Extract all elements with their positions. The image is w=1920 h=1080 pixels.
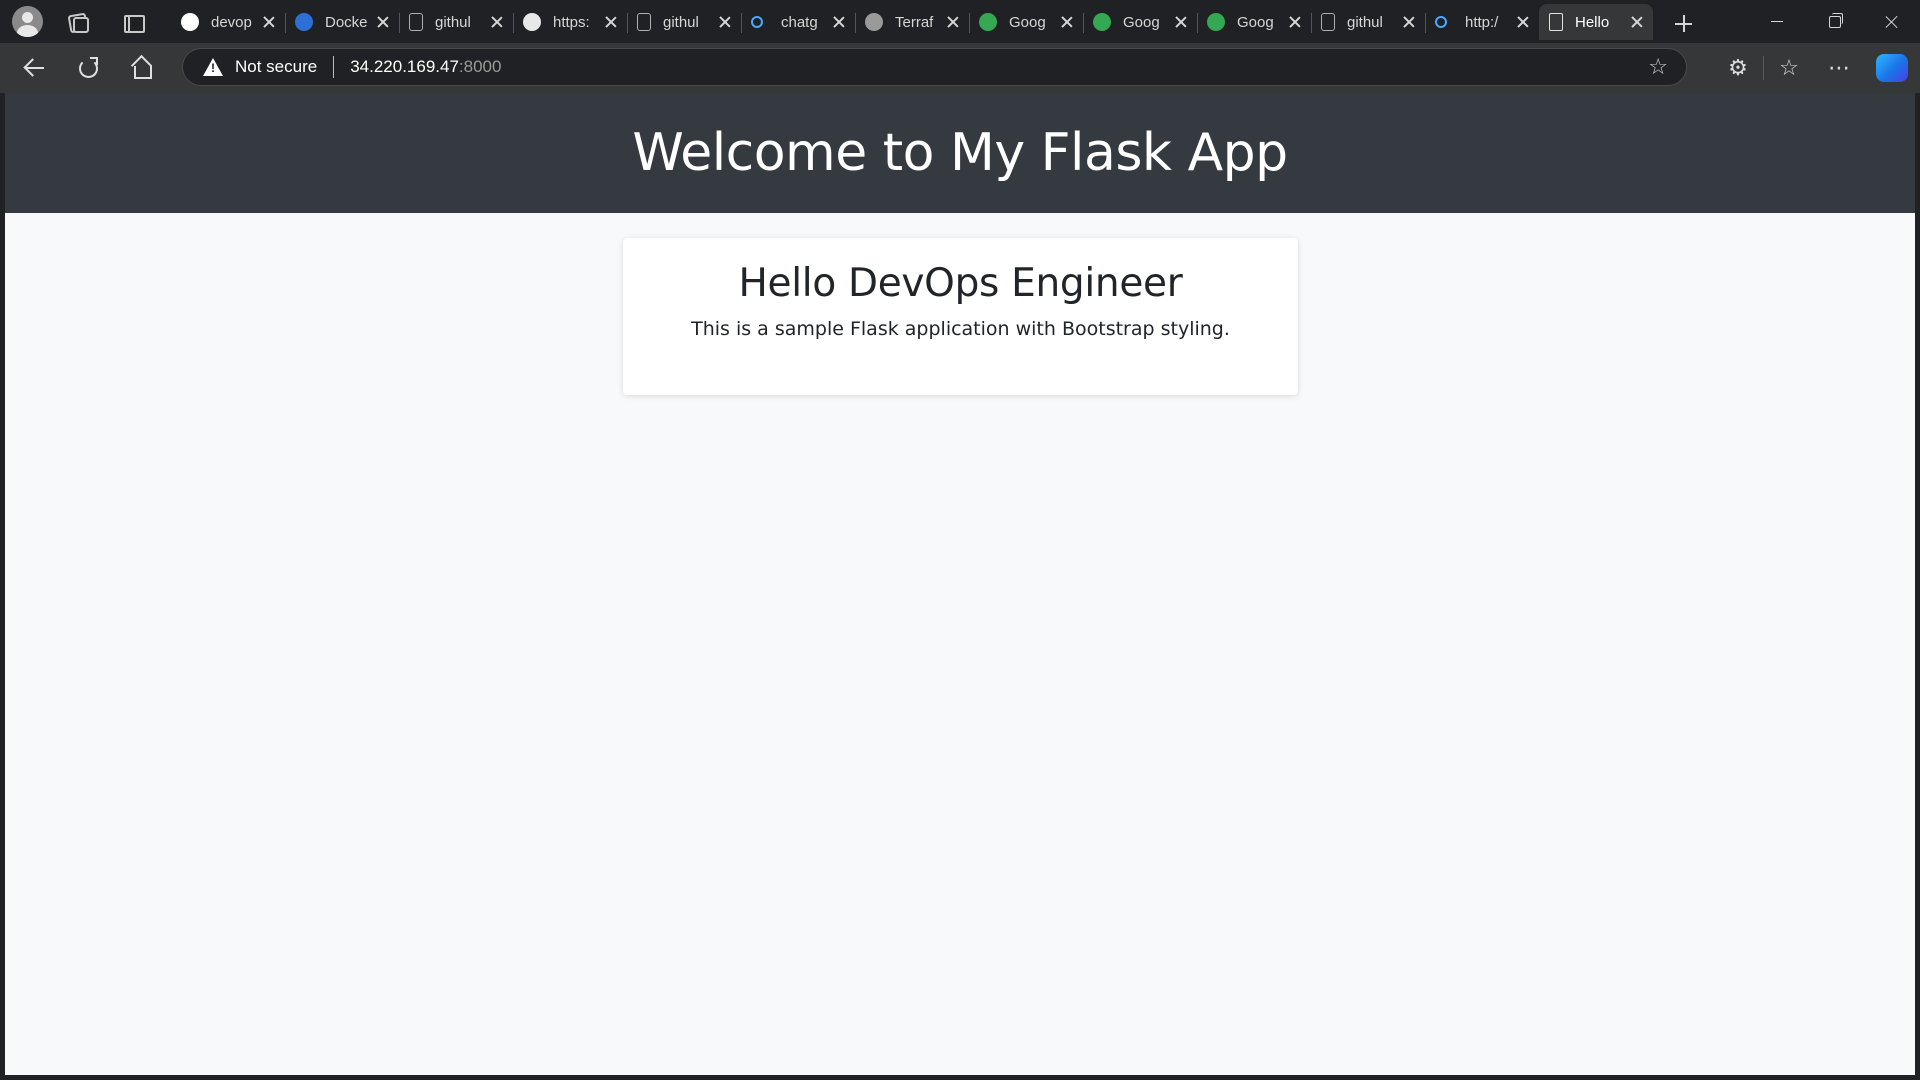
google-icon — [523, 13, 541, 31]
tab-close-icon[interactable] — [375, 14, 391, 30]
browser-tab[interactable]: githul — [627, 4, 741, 40]
page-title: Welcome to My Flask App — [632, 123, 1288, 183]
new-tab-button[interactable] — [1663, 6, 1703, 42]
tab-title: githul — [1347, 13, 1383, 31]
back-button[interactable] — [14, 48, 54, 88]
tab-title: http:/ — [1465, 13, 1499, 31]
browser-tab[interactable]: Docke — [285, 4, 399, 40]
search-icon — [1435, 16, 1447, 28]
tab-title: Hello — [1575, 13, 1610, 31]
security-status[interactable]: Not secure — [235, 57, 317, 77]
tab-title: Goog — [1237, 13, 1274, 31]
browser-tab[interactable]: Goog — [1083, 4, 1197, 40]
url-port[interactable]: :8000 — [459, 57, 502, 77]
tab-close-icon[interactable] — [1173, 14, 1189, 30]
page-icon — [637, 13, 651, 31]
greeting-card: Hello DevOps Engineer This is a sample F… — [623, 238, 1298, 395]
openai-icon — [865, 13, 883, 31]
browser-tab[interactable]: Hello — [1539, 4, 1653, 40]
browser-tab[interactable]: devop — [171, 4, 285, 40]
copilot-icon[interactable] — [1876, 54, 1908, 82]
browser-tab[interactable]: Terraf — [855, 4, 969, 40]
tab-title: devop — [211, 13, 252, 31]
tab-list: devop Docke githul https: githul chatg Terraf G… — [171, 0, 1653, 43]
tab-close-icon[interactable] — [603, 14, 619, 30]
browser-tab[interactable]: githul — [1311, 4, 1425, 40]
tab-title: Docke — [325, 13, 368, 31]
address-divider — [333, 56, 335, 78]
search-icon — [751, 16, 763, 28]
page-viewport: Welcome to My Flask App Hello DevOps Eng… — [5, 93, 1915, 1075]
tab-title: Goog — [1123, 13, 1160, 31]
more-options-icon[interactable]: ⋯ — [1814, 48, 1864, 88]
tab-title: https: — [553, 13, 590, 31]
tab-close-icon[interactable] — [717, 14, 733, 30]
document-icon — [1549, 13, 1563, 31]
home-button[interactable] — [122, 48, 162, 88]
google-cloud-icon — [979, 13, 997, 31]
google-cloud-icon — [1207, 13, 1225, 31]
tab-close-icon[interactable] — [1287, 14, 1303, 30]
google-cloud-icon — [1093, 13, 1111, 31]
vertical-tabs-icon[interactable] — [115, 4, 151, 40]
tab-title: Goog — [1009, 13, 1046, 31]
workspaces-icon[interactable] — [59, 4, 95, 40]
window-controls — [1749, 0, 1920, 43]
tab-close-icon[interactable] — [945, 14, 961, 30]
page-icon — [409, 13, 423, 31]
docker-icon — [295, 13, 313, 31]
address-bar[interactable]: Not secure 34.220.169.47 :8000 ☆ — [182, 48, 1687, 86]
page-icon — [1321, 13, 1335, 31]
minimize-button[interactable] — [1749, 0, 1806, 43]
tab-title: githul — [435, 13, 471, 31]
warning-icon[interactable] — [203, 58, 223, 76]
browser-tab[interactable]: http:/ — [1425, 4, 1539, 40]
browser-tab[interactable]: Goog — [1197, 4, 1311, 40]
page-header: Welcome to My Flask App — [5, 93, 1915, 213]
browser-tab[interactable]: https: — [513, 4, 627, 40]
browser-toolbar: Not secure 34.220.169.47 :8000 ☆ ⚙ ☆ ⋯ — [0, 43, 1920, 93]
tab-close-icon[interactable] — [261, 14, 277, 30]
tab-close-icon[interactable] — [1401, 14, 1417, 30]
window-bottom-border — [0, 1075, 1920, 1080]
restore-button[interactable] — [1806, 0, 1863, 43]
close-window-button[interactable] — [1863, 0, 1920, 43]
url-host[interactable]: 34.220.169.47 — [350, 57, 459, 77]
tab-close-icon[interactable] — [489, 14, 505, 30]
tab-close-icon[interactable] — [1059, 14, 1075, 30]
tab-title: Terraf — [895, 13, 934, 31]
refresh-button[interactable] — [68, 48, 108, 88]
browser-tab[interactable]: githul — [399, 4, 513, 40]
github-icon — [181, 13, 199, 31]
favorite-star-icon[interactable]: ☆ — [1648, 56, 1668, 78]
tab-title: githul — [663, 13, 699, 31]
tab-close-icon[interactable] — [1515, 14, 1531, 30]
favorites-icon[interactable]: ☆ — [1764, 48, 1814, 88]
profile-avatar-icon[interactable] — [12, 6, 43, 37]
browser-tab[interactable]: Goog — [969, 4, 1083, 40]
browser-tab-strip: devop Docke githul https: githul chatg Terraf G… — [0, 0, 1920, 43]
tab-title: chatg — [781, 13, 818, 31]
browser-tab[interactable]: chatg — [741, 4, 855, 40]
card-title: Hello DevOps Engineer — [738, 261, 1183, 306]
tab-close-icon[interactable] — [831, 14, 847, 30]
card-text: This is a sample Flask application with … — [691, 318, 1230, 340]
tab-close-icon[interactable] — [1629, 14, 1645, 30]
extensions-icon[interactable]: ⚙ — [1713, 48, 1763, 88]
toolbar-right-actions: ⚙ ☆ ⋯ — [1713, 43, 1920, 93]
